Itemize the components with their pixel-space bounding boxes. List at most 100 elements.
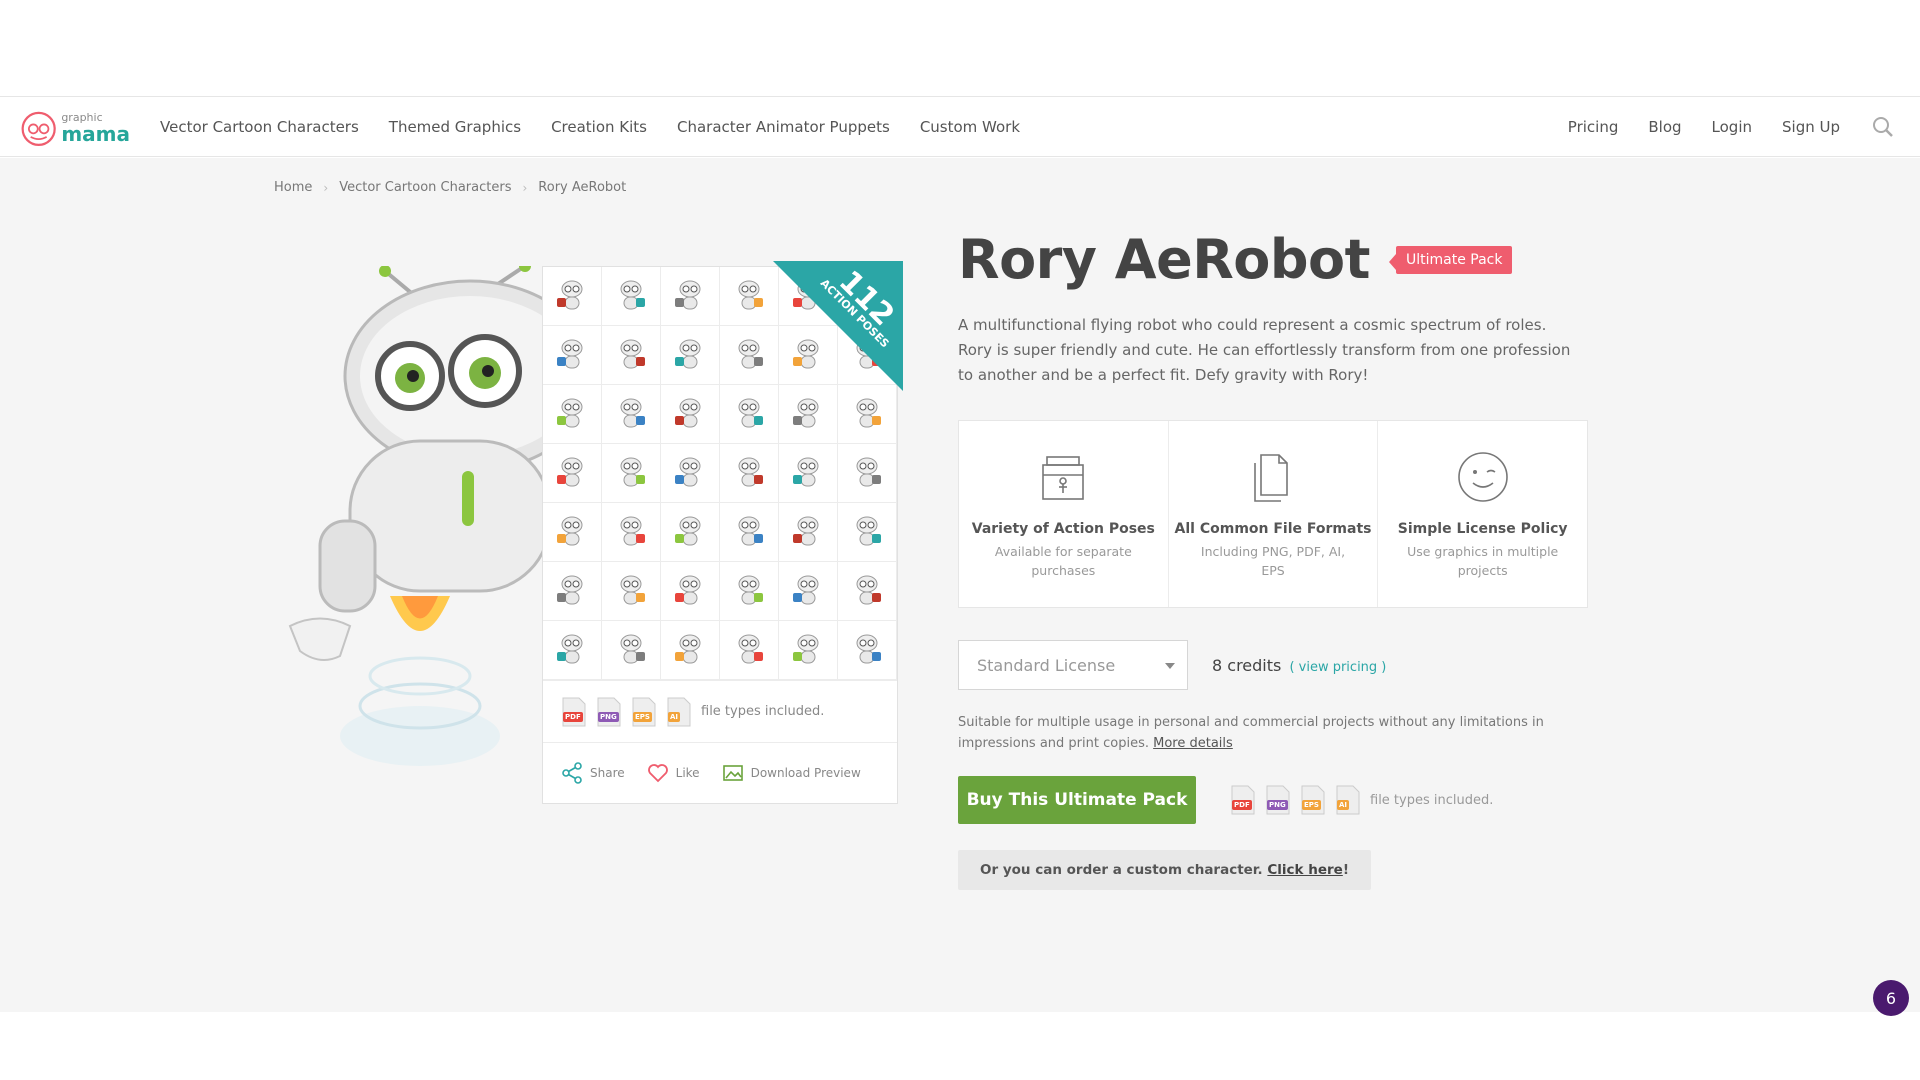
heart-icon (647, 763, 668, 782)
pose-thumbnail[interactable] (779, 503, 838, 562)
robot-pose-icon (620, 516, 645, 546)
nav-pricing[interactable]: Pricing (1568, 118, 1619, 136)
robot-pose-icon (738, 457, 763, 487)
robot-pose-icon (620, 575, 645, 605)
file-types-text: file types included. (701, 704, 825, 719)
feature-subtitle: Available for separate purchases (994, 544, 1132, 578)
license-select[interactable]: Standard License (958, 640, 1188, 690)
pose-thumbnail[interactable] (779, 562, 838, 621)
breadcrumb-category[interactable]: Vector Cartoon Characters (339, 180, 511, 195)
robot-pose-icon (793, 516, 819, 546)
nav-creation-kits[interactable]: Creation Kits (551, 118, 647, 136)
pose-thumbnail[interactable] (779, 444, 838, 503)
robot-pose-icon (620, 457, 645, 487)
share-row: Share Like Download Preview (543, 742, 897, 802)
pose-thumbnail[interactable] (720, 562, 779, 621)
pose-thumbnail[interactable] (543, 621, 602, 680)
pose-thumbnail[interactable] (720, 385, 779, 444)
poses-preview-card: 112 ACTION POSES PDF PNG EPS AI file typ… (542, 261, 903, 804)
buy-ultimate-pack-button[interactable]: Buy This Ultimate Pack (958, 776, 1196, 824)
pose-thumbnail[interactable] (838, 621, 897, 680)
pose-thumbnail[interactable] (661, 326, 720, 385)
robot-pose-icon (793, 575, 819, 605)
pose-thumbnail[interactable] (543, 267, 602, 326)
action-poses-ribbon: 112 ACTION POSES (773, 261, 903, 391)
pose-thumbnail[interactable] (838, 503, 897, 562)
pose-thumbnail[interactable] (602, 444, 661, 503)
pose-thumbnail[interactable] (661, 267, 720, 326)
more-details-link[interactable]: More details (1153, 736, 1233, 751)
chat-notification-button[interactable]: 6 (1873, 980, 1909, 1016)
custom-character-box: Or you can order a custom character. Cli… (958, 850, 1371, 890)
nav-custom-work[interactable]: Custom Work (920, 118, 1020, 136)
pose-thumbnail[interactable] (661, 621, 720, 680)
robot-character-image (288, 266, 560, 766)
pose-thumbnail[interactable] (779, 621, 838, 680)
robot-pose-icon (793, 457, 819, 487)
license-selected-value: Standard License (977, 655, 1116, 675)
robot-pose-icon (738, 339, 763, 369)
breadcrumb-home[interactable]: Home (274, 180, 312, 195)
feature-title: Simple License Policy (1397, 521, 1568, 537)
chevron-right-icon: › (323, 180, 329, 195)
pose-thumbnail[interactable] (543, 385, 602, 444)
product-description: A multifunctional flying robot who could… (958, 316, 1571, 384)
pose-thumbnail[interactable] (720, 267, 779, 326)
nav-themed-graphics[interactable]: Themed Graphics (389, 118, 521, 136)
robot-pose-icon (620, 398, 645, 428)
robot-pose-icon (738, 280, 763, 310)
pose-thumbnail[interactable] (543, 562, 602, 621)
pose-thumbnail[interactable] (602, 385, 661, 444)
robot-pose-icon (620, 280, 645, 310)
pdf-file-icon: PDF (1230, 785, 1256, 815)
pose-thumbnail[interactable] (602, 326, 661, 385)
feature-subtitle: Use graphics in multiple projects (1407, 544, 1559, 578)
caret-down-icon (1165, 663, 1175, 669)
robot-pose-icon (557, 575, 583, 605)
image-download-icon (722, 764, 743, 781)
ai-file-icon: AI (666, 697, 692, 727)
nav-login[interactable]: Login (1712, 118, 1752, 136)
pose-thumbnail[interactable] (661, 385, 720, 444)
search-icon[interactable] (1872, 116, 1894, 138)
pose-thumbnail[interactable] (720, 503, 779, 562)
nav-blog[interactable]: Blog (1648, 118, 1681, 136)
pose-thumbnail[interactable] (661, 444, 720, 503)
nav-vector-cartoon-characters[interactable]: Vector Cartoon Characters (160, 118, 359, 136)
pose-thumbnail[interactable] (543, 444, 602, 503)
feature-title: Variety of Action Poses (971, 521, 1155, 537)
download-preview-button[interactable]: Download Preview (722, 762, 861, 784)
buy-file-types: PDF PNG EPS AI file types included. (1230, 785, 1493, 815)
robot-pose-icon (557, 516, 583, 546)
pose-thumbnail[interactable] (543, 326, 602, 385)
share-button[interactable]: Share (561, 761, 625, 784)
pose-thumbnail[interactable] (602, 562, 661, 621)
product-info: Rory AeRobot Ultimate Pack A multifuncti… (958, 228, 1588, 890)
custom-click-here-link[interactable]: Click here (1267, 862, 1342, 878)
pose-thumbnail[interactable] (779, 385, 838, 444)
pose-thumbnail[interactable] (838, 444, 897, 503)
pose-thumbnail[interactable] (661, 503, 720, 562)
pose-thumbnail[interactable] (602, 503, 661, 562)
pose-thumbnail[interactable] (661, 562, 720, 621)
pose-thumbnail[interactable] (602, 621, 661, 680)
png-file-icon: PNG (1265, 785, 1291, 815)
pose-thumbnail[interactable] (838, 385, 897, 444)
pdf-file-icon: PDF (561, 697, 587, 727)
feature-title: All Common File Formats (1174, 521, 1372, 537)
pose-thumbnail[interactable] (838, 562, 897, 621)
pose-thumbnail[interactable] (543, 503, 602, 562)
robot-pose-icon (557, 457, 583, 487)
like-button[interactable]: Like (647, 762, 700, 784)
pose-thumbnail[interactable] (720, 444, 779, 503)
logo[interactable]: graphic mama (20, 107, 130, 149)
view-pricing-link[interactable]: ( view pricing ) (1289, 660, 1386, 675)
robot-pose-icon (675, 516, 701, 546)
pose-thumbnail[interactable] (720, 326, 779, 385)
pose-thumbnail[interactable] (720, 621, 779, 680)
nav-sign-up[interactable]: Sign Up (1782, 118, 1840, 136)
robot-pose-icon (620, 634, 645, 664)
product-title: Rory AeRobot (958, 228, 1370, 291)
pose-thumbnail[interactable] (602, 267, 661, 326)
nav-character-animator-puppets[interactable]: Character Animator Puppets (677, 118, 890, 136)
